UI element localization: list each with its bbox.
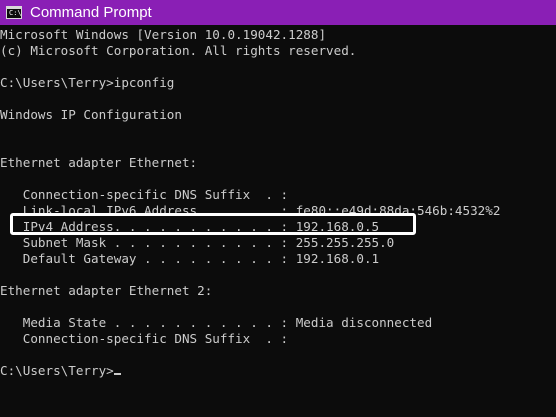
dns-suffix-line: Connection-specific DNS Suffix . : <box>0 187 289 202</box>
command-prompt-line[interactable]: C:\Users\Terry> <box>0 363 121 379</box>
console-output[interactable]: Microsoft Windows [Version 10.0.19042.12… <box>0 27 556 417</box>
command-prompt-window: C:\ Command Prompt Microsoft Windows [Ve… <box>0 0 556 417</box>
subnet-mask-line: Subnet Mask . . . . . . . . . . . : 255.… <box>0 235 395 250</box>
command-line: C:\Users\Terry>ipconfig <box>0 75 175 90</box>
ip-configuration-header: Windows IP Configuration <box>0 107 182 122</box>
title-bar[interactable]: C:\ Command Prompt <box>0 0 556 25</box>
dns-suffix-line-2: Connection-specific DNS Suffix . : <box>0 331 289 346</box>
adapter-heading-ethernet: Ethernet adapter Ethernet: <box>0 155 198 170</box>
banner-version-line: Microsoft Windows [Version 10.0.19042.12… <box>0 27 327 42</box>
window-title: Command Prompt <box>30 4 152 21</box>
text-cursor <box>113 373 121 375</box>
banner-copyright-line: (c) Microsoft Corporation. All rights re… <box>0 43 357 58</box>
command-prompt-icon[interactable]: C:\ <box>6 6 22 19</box>
command-prompt-icon-glyph: C:\ <box>9 9 22 17</box>
ipv4-highlight-box <box>10 213 416 235</box>
adapter-heading-ethernet-2: Ethernet adapter Ethernet 2: <box>0 283 213 298</box>
default-gateway-line: Default Gateway . . . . . . . . . : 192.… <box>0 251 380 266</box>
prompt-text: C:\Users\Terry> <box>0 363 114 378</box>
media-state-line: Media State . . . . . . . . . . . : Medi… <box>0 315 433 330</box>
